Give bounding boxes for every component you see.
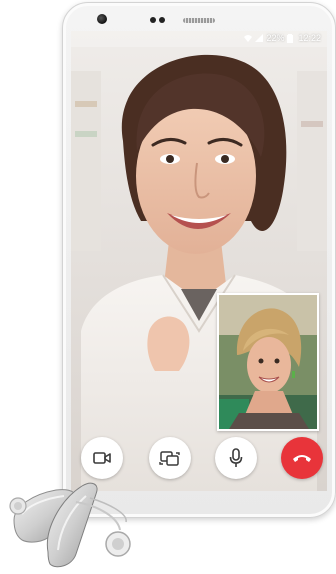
battery-icon <box>287 34 295 43</box>
wifi-icon <box>244 34 253 42</box>
earpiece-speaker <box>183 18 215 23</box>
status-time: 12:22 <box>298 33 321 43</box>
mute-microphone-button[interactable] <box>215 437 257 479</box>
phone-screen: 22% 12:22 <box>71 31 327 491</box>
microphone-icon <box>229 448 243 468</box>
switch-camera-button[interactable] <box>149 437 191 479</box>
smartphone: 22% 12:22 <box>62 2 336 518</box>
phone-hangup-icon <box>292 453 312 463</box>
switch-camera-icon <box>159 450 181 466</box>
hearing-aids-image <box>0 470 140 574</box>
self-view-feed[interactable] <box>217 293 319 431</box>
sensor-icon <box>150 17 166 23</box>
end-call-button[interactable] <box>281 437 323 479</box>
battery-percent: 22% <box>266 33 285 43</box>
video-camera-icon <box>93 452 111 464</box>
status-bar: 22% 12:22 <box>71 31 327 47</box>
front-camera-icon <box>97 14 107 24</box>
signal-icon <box>255 34 264 42</box>
product-composite: 22% 12:22 <box>0 0 336 574</box>
